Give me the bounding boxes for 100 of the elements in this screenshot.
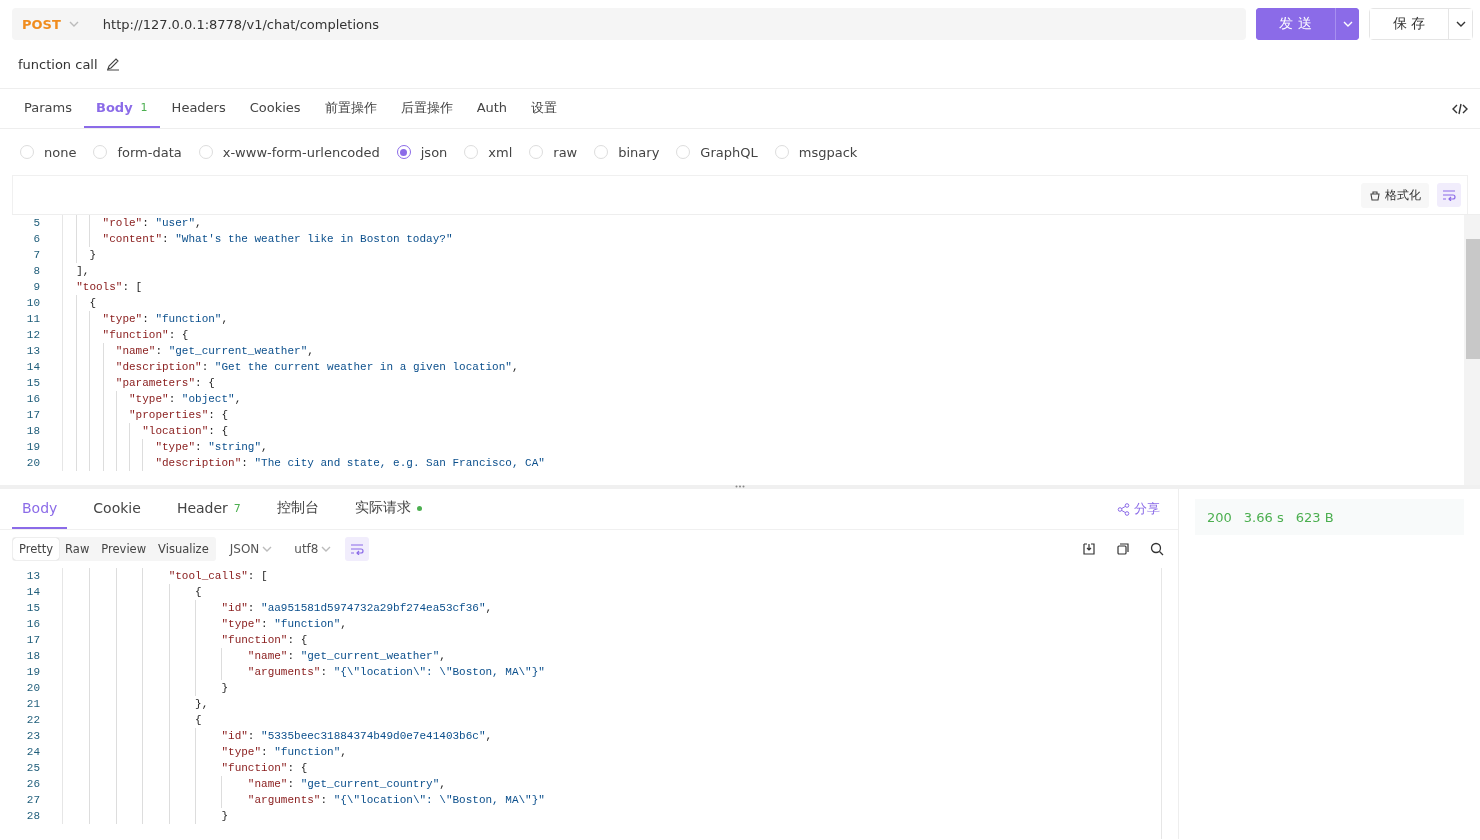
code-icon[interactable] (1452, 102, 1468, 115)
code-line: } (63, 247, 96, 263)
request-tab[interactable]: 前置操作 (312, 89, 389, 128)
chevron-down-icon (1342, 21, 1353, 27)
response-tab[interactable]: 控制台 (266, 489, 329, 529)
line-number: 14 (12, 359, 63, 375)
request-tab[interactable]: Body 1 (84, 89, 160, 128)
line-number: 23 (12, 728, 63, 744)
request-tab[interactable]: Cookies (237, 89, 313, 128)
body-type-radio[interactable]: GraphQL (676, 144, 758, 160)
line-number: 26 (12, 776, 63, 792)
code-line: "function": { (63, 327, 189, 343)
line-number: 20 (12, 680, 63, 696)
response-tab[interactable]: Body (12, 489, 68, 529)
wrap-icon (1442, 189, 1456, 201)
send-dropdown-button[interactable] (1335, 8, 1359, 40)
line-number: 19 (12, 664, 63, 680)
status-code: 200 (1207, 509, 1232, 525)
share-button[interactable]: 分享 (1111, 499, 1166, 519)
body-type-radio[interactable]: xml (464, 144, 513, 160)
body-type-radio[interactable]: raw (529, 144, 578, 160)
code-line: "function": { (63, 760, 308, 776)
code-line: "description": "Get the current weather in a given location", (63, 359, 519, 375)
code-line: { (63, 295, 96, 311)
search-icon[interactable] (1148, 540, 1166, 558)
body-type-radio[interactable]: x-www-form-urlencoded (198, 144, 380, 160)
view-mode-tab[interactable]: Visualize (152, 538, 215, 560)
line-number: 28 (12, 808, 63, 824)
body-type-radio[interactable]: json (396, 144, 448, 160)
code-line: "function": { (63, 632, 308, 648)
body-type-radio[interactable]: form-data (93, 144, 182, 160)
line-number: 14 (12, 584, 63, 600)
line-number: 24 (12, 744, 63, 760)
body-type-radio[interactable]: msgpack (774, 144, 858, 160)
line-number: 16 (12, 616, 63, 632)
scrollbar-thumb[interactable] (1466, 239, 1480, 359)
drag-handle-icon[interactable] (735, 485, 745, 488)
basket-icon (1369, 189, 1381, 201)
view-mode-tab[interactable]: Preview (95, 538, 153, 560)
line-number: 6 (12, 231, 63, 247)
code-line: "content": "What's the weather like in Boston today?" (63, 231, 453, 247)
code-line: "arguments": "{\"location\": \"Boston, MA\"}" (63, 792, 545, 808)
response-tab[interactable]: Cookie (83, 489, 151, 529)
format-button[interactable]: 格式化 (1361, 182, 1429, 208)
request-tab[interactable]: Headers (159, 89, 238, 128)
chevron-down-icon (1455, 21, 1466, 27)
code-line: "tools": [ (75, 280, 143, 295)
line-number: 21 (12, 696, 63, 712)
request-tab[interactable]: 后置操作 (388, 89, 465, 128)
share-icon (1117, 502, 1130, 516)
response-size: 623 B (1295, 509, 1334, 525)
view-mode-tab[interactable]: Raw (59, 538, 96, 560)
request-tab[interactable]: Auth (464, 89, 520, 128)
response-tab[interactable]: Header 7 (166, 489, 251, 529)
url-field[interactable]: POST http://127.0.0.1:8778/v1/chat/completions (12, 8, 1246, 40)
encoding-select[interactable]: utf8 (286, 542, 340, 556)
code-line: "name": "get_current_weather", (63, 648, 446, 664)
download-icon[interactable] (1080, 540, 1098, 558)
code-line: }, (63, 696, 209, 712)
format-select[interactable]: JSON (221, 542, 281, 556)
code-line: "type": "object", (63, 391, 242, 407)
code-line: "id": "aa951581d5974732a29bf274ea53cf36", (63, 600, 493, 616)
line-number: 7 (12, 247, 63, 263)
line-number: 17 (12, 632, 63, 648)
line-number: 18 (12, 423, 63, 439)
view-mode-tab[interactable]: Pretty (13, 538, 60, 560)
code-line: "name": "get_current_weather", (63, 343, 314, 359)
copy-icon[interactable] (1114, 540, 1132, 558)
line-number: 9 (12, 279, 63, 295)
code-line: "name": "get_current_country", (63, 776, 446, 792)
body-type-radio[interactable]: none (20, 144, 77, 160)
wrap-lines-button[interactable] (1437, 183, 1461, 207)
line-number: 15 (12, 600, 63, 616)
line-number: 13 (12, 568, 63, 584)
request-tab[interactable]: Params (12, 89, 84, 128)
save-dropdown-button[interactable] (1448, 9, 1472, 39)
code-line: { (63, 584, 202, 600)
code-line: } (63, 680, 229, 696)
code-line: "type": "function", (63, 744, 347, 760)
line-number: 11 (12, 311, 63, 327)
line-number: 19 (12, 439, 63, 455)
request-name: function call (18, 56, 98, 72)
line-number: 12 (12, 327, 63, 343)
code-line: "location": { (63, 423, 229, 439)
chevron-down-icon (321, 546, 332, 552)
code-line: ], (75, 264, 90, 279)
code-line: "arguments": "{\"location\": \"Boston, MA\"}" (63, 664, 545, 680)
wrap-lines-button[interactable] (345, 537, 370, 561)
body-type-radio[interactable]: binary (594, 144, 660, 160)
chevron-down-icon (262, 546, 273, 552)
code-line: "type": "string", (63, 439, 268, 455)
line-number: 17 (12, 407, 63, 423)
wrap-icon (350, 543, 365, 555)
request-tab[interactable]: 设置 (519, 89, 570, 128)
code-line: "type": "function", (63, 311, 229, 327)
response-tab[interactable]: 实际请求 (344, 489, 432, 529)
line-number: 16 (12, 391, 63, 407)
line-number: 8 (12, 263, 63, 279)
line-number: 13 (12, 343, 63, 359)
pencil-icon[interactable] (105, 57, 120, 71)
